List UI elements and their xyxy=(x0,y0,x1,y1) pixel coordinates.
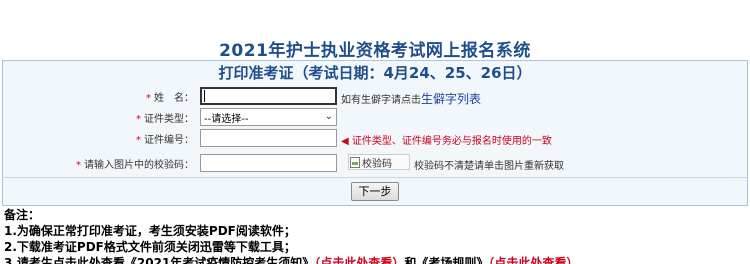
rare-char-hint: 如有生僻字请点击生僻字列表 xyxy=(341,92,482,106)
broken-image-icon xyxy=(350,156,360,168)
notes-heading: 备注： xyxy=(4,208,41,222)
name-row: * 姓 名： 如有生僻字请点击生僻字列表 xyxy=(2,86,748,108)
rare-char-list-link[interactable]: 生僻字列表 xyxy=(421,92,481,106)
required-mark: * xyxy=(76,160,81,171)
warning-arrow-icon: ◀ xyxy=(341,136,352,147)
notes-section: 备注： 1.为确保正常打印准考证，考生须安装PDF阅读软件； 2.下载准考证PD… xyxy=(4,207,748,264)
note-item-3: 3.请考生点击此处查看《2021年考试疫情防控考生须知》（点击此处查看）和《考场… xyxy=(4,255,748,264)
required-mark: * xyxy=(146,93,151,104)
page-subtitle: 打印准考证（考试日期：4月24、25、26日） xyxy=(218,64,532,82)
next-button[interactable]: 下一步 xyxy=(351,182,399,201)
required-mark: * xyxy=(136,135,141,146)
id-type-label: * 证件类型： xyxy=(136,114,194,125)
chevron-down-icon: ⌄ xyxy=(324,111,333,122)
name-input[interactable] xyxy=(200,87,337,105)
captcha-row: * 请输入图片中的校验码： 校验码 校验码不清楚请单击图片重新获取 xyxy=(2,153,748,175)
id-number-row: * 证件编号： ◀ 证件类型、证件编号务必与报名时使用的一致 xyxy=(2,128,748,150)
note-item-2: 2.下载准考证PDF格式文件前须关闭迅雷等下载工具； xyxy=(4,240,296,254)
id-warning: ◀ 证件类型、证件编号务必与报名时使用的一致 xyxy=(341,136,552,147)
captcha-hint: 校验码不清楚请单击图片重新获取 xyxy=(414,161,564,172)
id-number-input[interactable] xyxy=(200,129,337,147)
captcha-input[interactable] xyxy=(200,154,337,172)
id-number-label: * 证件编号： xyxy=(136,135,194,146)
required-mark: * xyxy=(136,114,141,125)
covid-notice-link[interactable]: （点击此处查看） xyxy=(314,256,404,264)
note-item-1: 1.为确保正常打印准考证，考生须安装PDF阅读软件； xyxy=(4,224,296,238)
system-title: 2021年护士执业资格考试网上报名系统 xyxy=(219,41,531,61)
captcha-label: * 请输入图片中的校验码： xyxy=(76,160,194,171)
exam-rules-link[interactable]: （点击此处查看） xyxy=(488,256,578,264)
divider xyxy=(2,177,748,178)
id-type-select[interactable]: --请选择-- ⌄ xyxy=(200,108,337,126)
id-type-row: * 证件类型： --请选择-- ⌄ xyxy=(2,107,748,129)
name-label: * 姓 名： xyxy=(146,93,194,104)
page: 2021年护士执业资格考试网上报名系统 打印准考证（考试日期：4月24、25、2… xyxy=(0,0,750,264)
captcha-image[interactable]: 校验码 xyxy=(348,154,410,170)
